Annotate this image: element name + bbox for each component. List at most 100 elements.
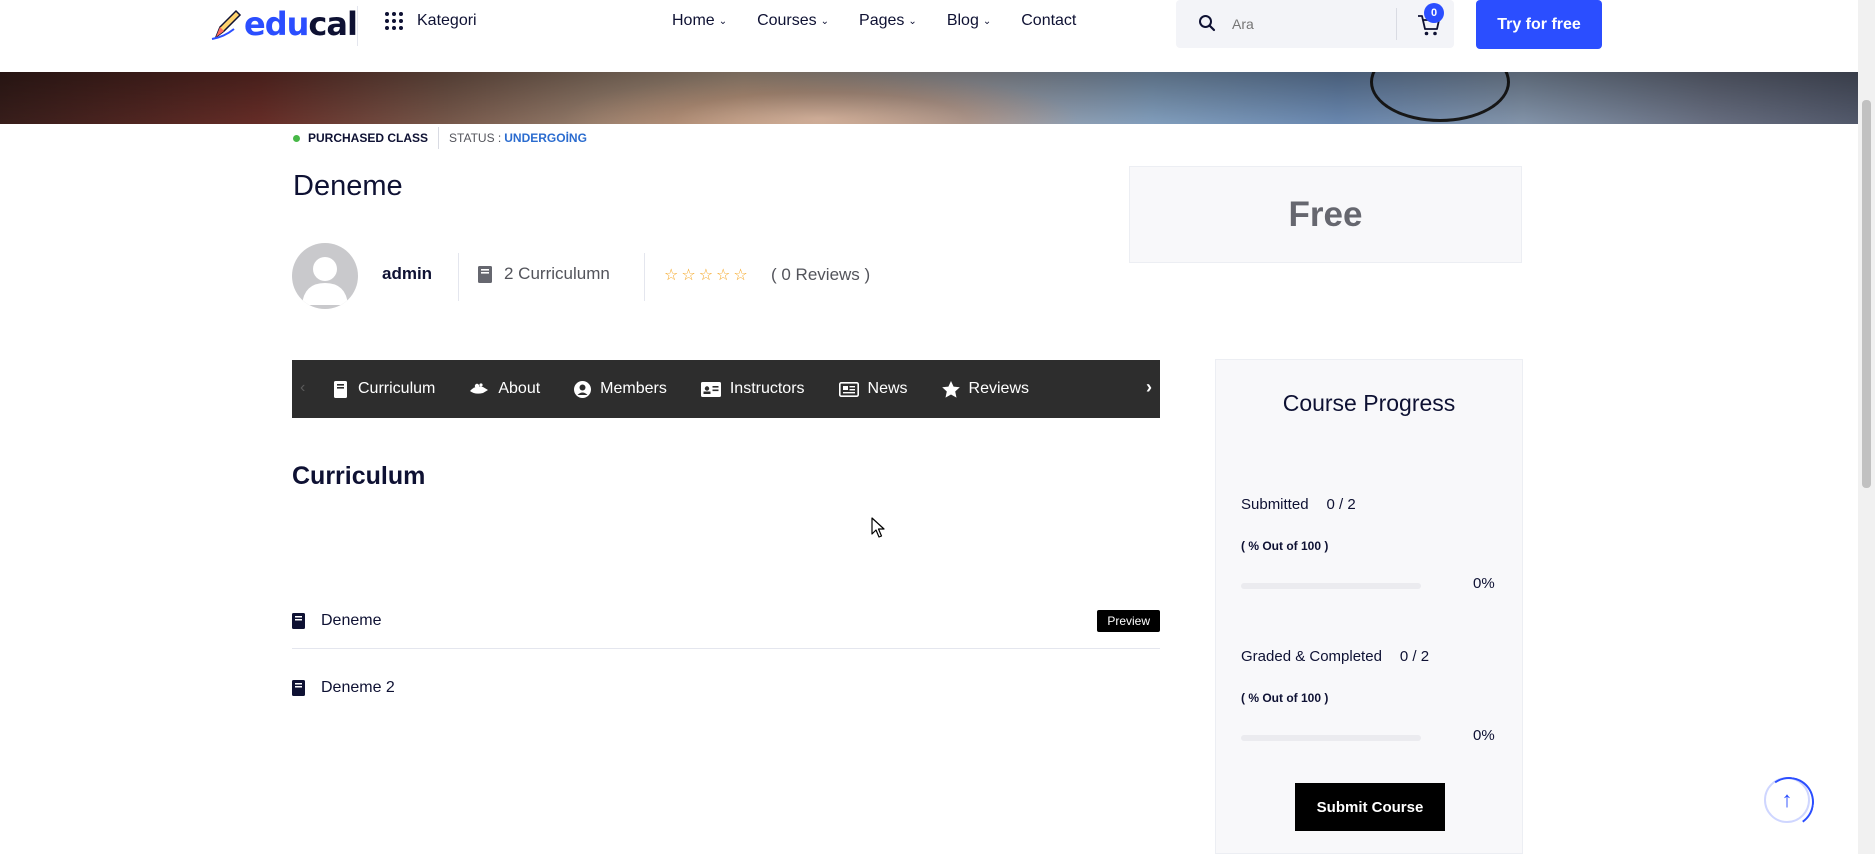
- nav-courses[interactable]: Courses ⌄: [757, 12, 829, 30]
- star-outline-icon: ☆: [733, 267, 748, 284]
- graded-progress-bar: [1241, 735, 1421, 741]
- tab-reviews[interactable]: Reviews: [941, 380, 1030, 398]
- category-menu-button[interactable]: Kategori: [385, 12, 477, 30]
- reviews-count[interactable]: ( 0 Reviews ): [771, 265, 870, 285]
- main-nav: Home ⌄ Courses ⌄ Pages ⌄ Blog ⌄ Contact: [672, 12, 1106, 30]
- tab-curriculum-label: Curriculum: [358, 380, 436, 397]
- progress-title: Course Progress: [1282, 390, 1456, 416]
- header-divider: [357, 6, 358, 46]
- page-scrollbar[interactable]: [1858, 0, 1875, 854]
- logo[interactable]: educal: [210, 4, 358, 44]
- id-card-icon: [700, 381, 721, 397]
- pencil-logo-icon: [211, 9, 242, 40]
- book-icon: [292, 612, 305, 629]
- mouse-cursor-icon: [871, 517, 885, 538]
- graded-label: Graded & Completed: [1241, 648, 1382, 665]
- tab-instructors[interactable]: Instructors: [700, 380, 805, 398]
- graded-value: 0 / 2: [1399, 648, 1430, 665]
- star-outline-icon: ☆: [681, 267, 696, 284]
- preview-button[interactable]: Preview: [1097, 610, 1160, 632]
- chevron-right-icon[interactable]: ›: [1146, 377, 1152, 398]
- submitted-note: ( % Out of 100 ): [1241, 539, 1329, 553]
- curriculum-count: 2 Curriculumn: [478, 264, 610, 284]
- search-icon[interactable]: [1198, 14, 1216, 32]
- course-status-line: PURCHASED CLASS STATUS : UNDERGOİNG: [293, 127, 587, 149]
- nav-blog[interactable]: Blog ⌄: [947, 12, 991, 30]
- chevron-left-icon[interactable]: ‹: [300, 379, 305, 397]
- search-input[interactable]: [1232, 12, 1402, 36]
- author-name[interactable]: admin: [382, 264, 432, 284]
- try-for-free-button[interactable]: Try for free: [1476, 0, 1602, 49]
- nav-pages-label: Pages: [859, 12, 905, 29]
- lesson-item[interactable]: Deneme Preview: [292, 593, 1160, 649]
- tab-reviews-label: Reviews: [968, 380, 1030, 397]
- nav-contact[interactable]: Contact: [1021, 12, 1076, 30]
- rating-stars: ☆ ☆ ☆ ☆ ☆: [664, 265, 748, 285]
- submitted-value: 0 / 2: [1326, 496, 1356, 513]
- scrollbar-thumb[interactable]: [1862, 100, 1871, 488]
- course-tabs: Curriculum About Members Instructors New…: [332, 360, 1063, 418]
- tab-news[interactable]: News: [838, 380, 908, 398]
- status-label: STATUS :: [449, 131, 502, 145]
- chevron-down-icon: ⌄: [820, 15, 830, 27]
- meta-divider: [644, 253, 645, 301]
- user-circle-icon: [574, 380, 592, 398]
- course-title: Deneme: [293, 170, 403, 202]
- site-header: educal Kategori Home ⌄ Courses ⌄ Pages ⌄…: [0, 0, 1858, 72]
- tab-members[interactable]: Members: [574, 380, 667, 398]
- cart-count-badge: 0: [1424, 3, 1444, 23]
- search-divider: [1396, 8, 1397, 40]
- chevron-down-icon: ⌄: [982, 15, 992, 27]
- tab-members-label: Members: [600, 380, 667, 397]
- curriculum-heading: Curriculum: [292, 462, 426, 490]
- star-outline-icon: ☆: [698, 267, 714, 284]
- graded-row: Graded & Completed 0 / 2: [1241, 648, 1429, 665]
- grid-dots-icon: [385, 12, 403, 30]
- star-outline-icon: ☆: [664, 267, 679, 284]
- course-price: Free: [1288, 194, 1363, 234]
- nav-home-label: Home: [672, 12, 715, 29]
- status-value: UNDERGOİNG: [504, 131, 587, 145]
- logo-text: educal: [244, 5, 358, 43]
- tab-about-label: About: [498, 380, 541, 397]
- arrow-up-icon: ↑: [1781, 787, 1793, 812]
- star-outline-icon: ☆: [716, 267, 731, 284]
- graded-percent: 0%: [1473, 727, 1495, 744]
- search-box: [1176, 0, 1454, 48]
- nav-blog-label: Blog: [946, 12, 979, 29]
- book-icon: [292, 680, 305, 696]
- nav-pages[interactable]: Pages ⌄: [859, 12, 917, 30]
- author-avatar[interactable]: [292, 243, 358, 309]
- course-banner-image: [0, 72, 1858, 124]
- tab-instructors-label: Instructors: [729, 380, 805, 397]
- tab-about[interactable]: About: [469, 380, 540, 398]
- submit-course-button[interactable]: Submit Course: [1295, 783, 1445, 831]
- submitted-progress-bar: [1241, 583, 1421, 589]
- nav-contact-label: Contact: [1021, 12, 1077, 29]
- scroll-to-top-button[interactable]: ↑: [1764, 777, 1810, 823]
- nav-home[interactable]: Home ⌄: [672, 12, 727, 30]
- newspaper-icon: [838, 381, 859, 397]
- star-icon: [941, 380, 960, 398]
- status-dot-icon: [293, 134, 300, 142]
- book-icon: [334, 380, 347, 398]
- chevron-down-icon: ⌄: [718, 15, 728, 27]
- category-label: Kategori: [417, 12, 477, 29]
- lesson-item[interactable]: Deneme 2: [292, 660, 1160, 716]
- book-icon: [478, 265, 492, 283]
- nav-courses-label: Courses: [757, 12, 817, 29]
- course-tabs-bar: ‹ Curriculum About Members Instructors N…: [292, 360, 1160, 418]
- course-progress-card: Course Progress Submitted 0 / 2 ( % Out …: [1215, 359, 1523, 854]
- tab-curriculum[interactable]: Curriculum: [332, 380, 435, 398]
- purchased-label: PURCHASED CLASS: [308, 131, 429, 145]
- user-silhouette-icon: [302, 257, 348, 305]
- lesson-title: Deneme 2: [321, 679, 395, 696]
- submitted-percent: 0%: [1473, 575, 1495, 592]
- rocket-icon: [470, 382, 489, 394]
- submitted-row: Submitted 0 / 2: [1241, 496, 1356, 513]
- price-card: Free: [1129, 166, 1522, 263]
- chevron-down-icon: ⌄: [908, 15, 917, 27]
- tab-news-label: News: [867, 380, 908, 397]
- curriculum-count-label: 2 Curriculumn: [504, 264, 610, 283]
- banner-overlay: [0, 72, 1858, 124]
